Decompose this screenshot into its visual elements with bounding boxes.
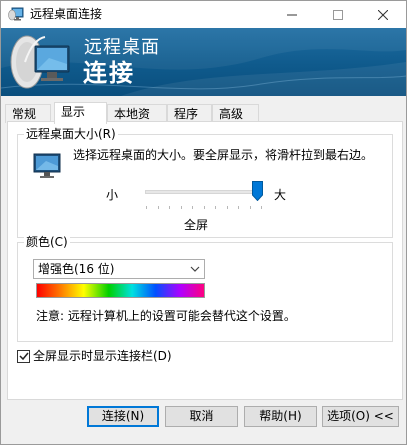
display-size-description: 选择远程桌面的大小。要全屏显示，将滑杆拉到最右边。 [73, 148, 374, 162]
slider-tick [181, 206, 182, 209]
color-spectrum-bar [36, 283, 205, 298]
slider-ticks [146, 206, 262, 209]
banner-title-line2: 连接 [83, 59, 135, 87]
slider-tick [261, 206, 262, 209]
show-connection-bar-option[interactable]: 全屏显示时显示连接栏(D) [17, 349, 172, 363]
show-connection-bar-checkbox[interactable] [17, 349, 30, 363]
resolution-slider-track[interactable] [145, 190, 263, 194]
maximize-icon [333, 9, 343, 20]
window-title: 远程桌面连接 [30, 7, 103, 21]
slider-tick [227, 206, 228, 209]
slider-tick [204, 206, 205, 209]
slider-min-label: 小 [106, 188, 119, 202]
options-button[interactable]: 选项(O) << [322, 406, 399, 427]
help-button[interactable]: 帮助(H) [244, 406, 317, 427]
color-depth-group-title: 颜色(C) [24, 235, 70, 249]
display-size-group-title: 远程桌面大小(R) [24, 127, 118, 141]
slider-tick [146, 206, 147, 209]
close-icon [378, 9, 388, 20]
slider-tick [192, 206, 193, 209]
color-override-note: 注意: 远程计算机上的设置可能会替代这个设置。 [36, 309, 296, 323]
title-bar[interactable]: 远程桌面连接 [1, 1, 406, 28]
minimize-icon [287, 14, 297, 15]
slider-tick [169, 206, 170, 209]
close-button[interactable] [360, 1, 406, 28]
slider-value-label: 全屏 [184, 218, 209, 232]
minimize-button[interactable] [269, 1, 315, 28]
remote-desktop-logo-icon [10, 35, 70, 89]
slider-tick [158, 206, 159, 209]
monitor-icon [33, 153, 61, 178]
color-depth-selected-value: 增强色(16 位) [38, 262, 115, 276]
connect-button[interactable]: 连接(N) [87, 406, 159, 427]
tab-display[interactable]: 显示 [54, 102, 107, 124]
banner: 远程桌面 连接 [1, 28, 406, 96]
banner-title-line1: 远程桌面 [84, 37, 160, 58]
slider-tick [215, 206, 216, 209]
resolution-slider-thumb[interactable] [252, 181, 263, 201]
rdp-window: 远程桌面连接 远程桌面 连接 常规 显示 本地资 程序 高级 远程桌面大小(R)… [0, 0, 407, 445]
display-size-group: 远程桌面大小(R) 选择远程桌面的大小。要全屏显示，将滑杆拉到最右边。 小 大 … [17, 127, 393, 238]
cancel-button[interactable]: 取消 [165, 406, 238, 427]
checkmark-icon [18, 352, 29, 361]
slider-tick [250, 206, 251, 209]
remote-desktop-app-icon [8, 7, 24, 21]
color-depth-select[interactable]: 增强色(16 位) [33, 259, 205, 279]
chevron-down-icon [190, 266, 200, 272]
slider-tick [238, 206, 239, 209]
slider-max-label: 大 [274, 188, 287, 202]
maximize-button[interactable] [315, 1, 361, 28]
show-connection-bar-label: 全屏显示时显示连接栏(D) [33, 349, 172, 363]
